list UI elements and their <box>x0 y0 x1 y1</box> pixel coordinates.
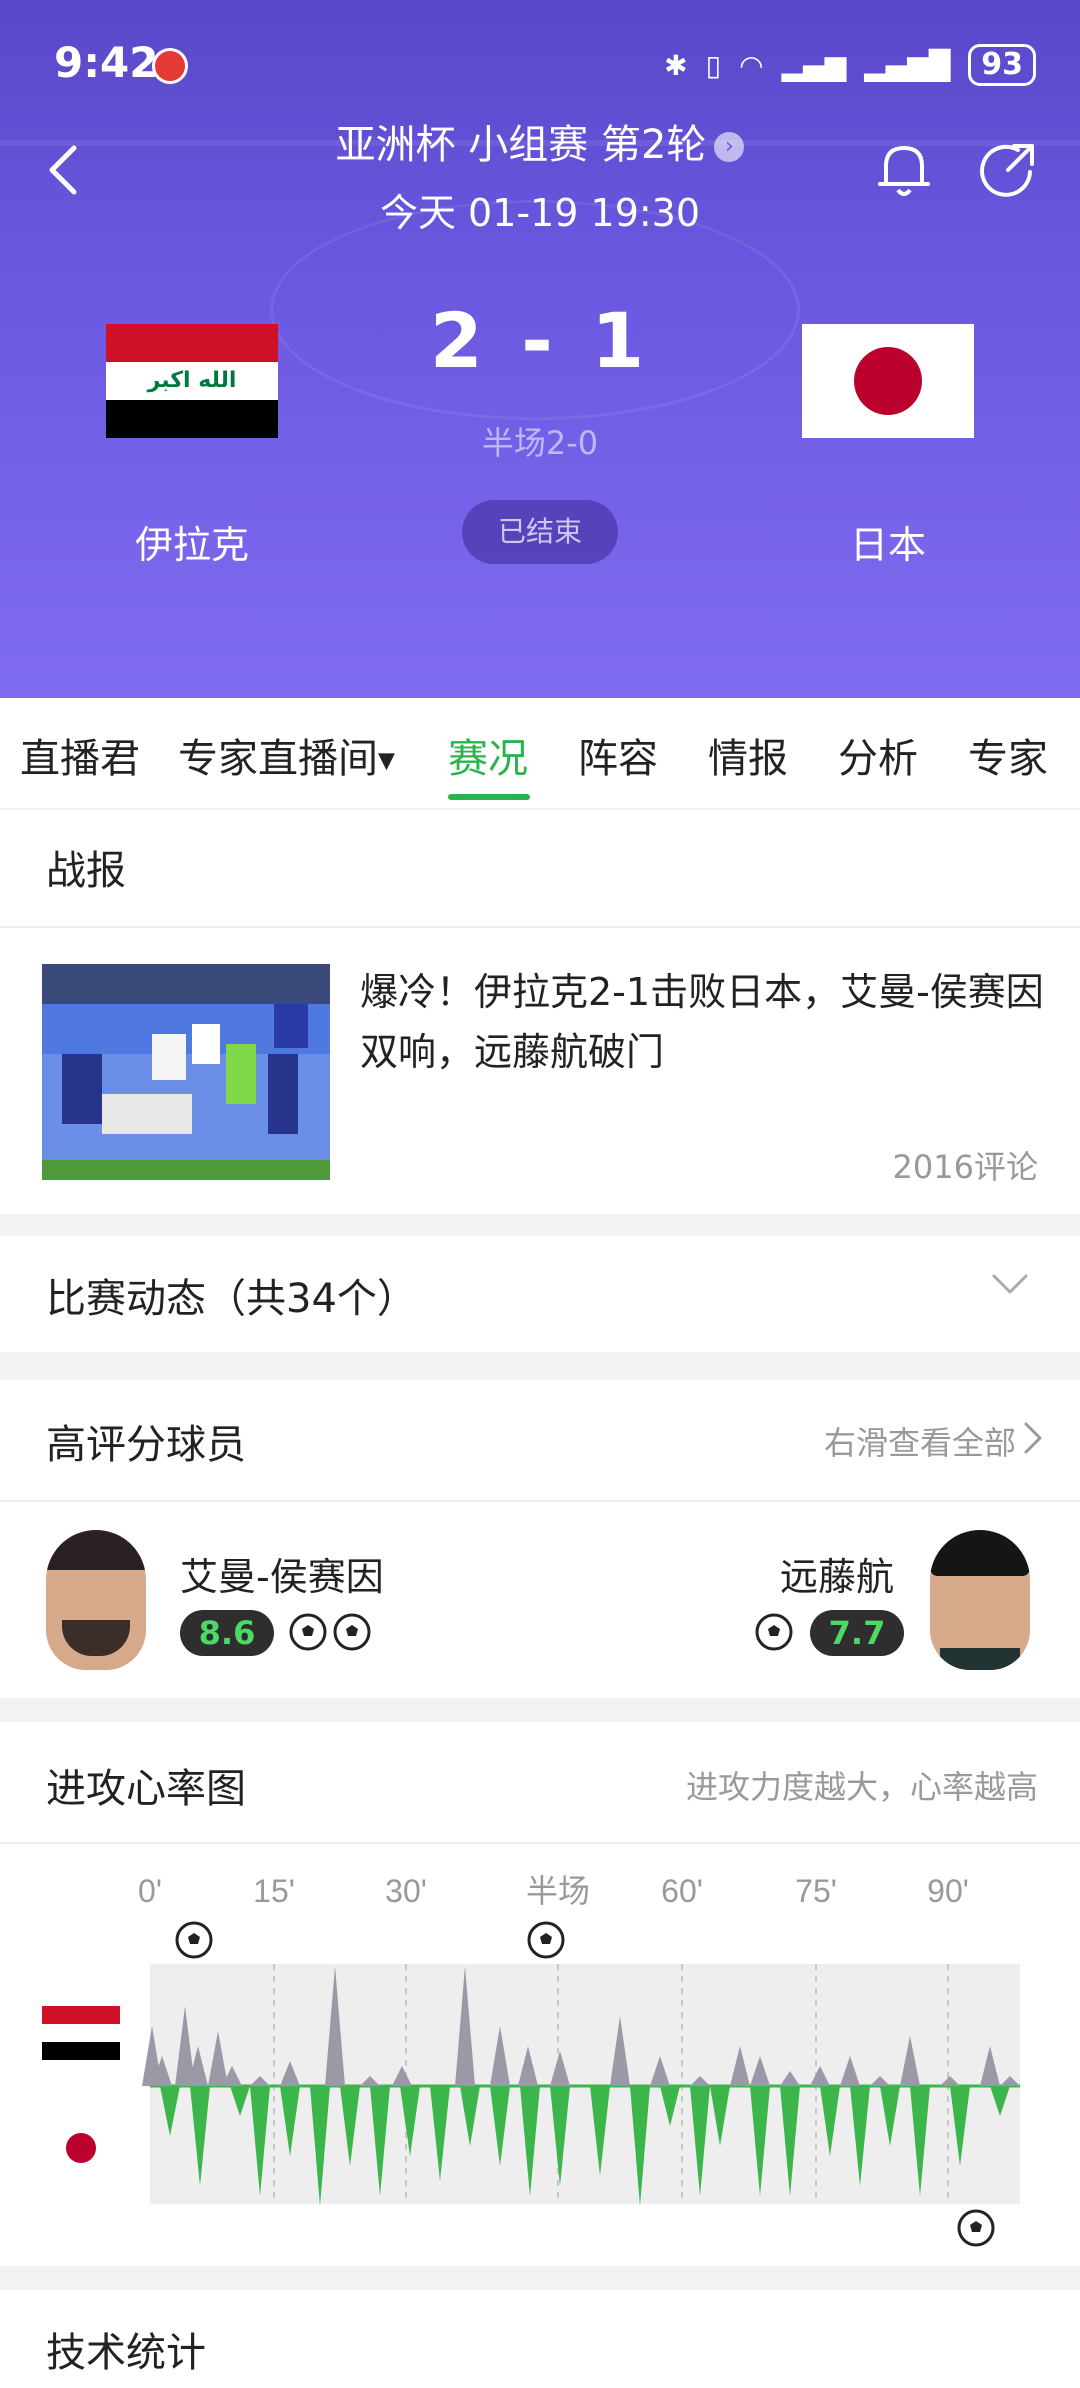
match-title-text: 亚洲杯 小组赛 第2轮 <box>335 122 707 168</box>
wifi-icon: ◠ <box>739 48 764 82</box>
tab-bar: 直播君 专家直播间▼ 赛况 阵容 情报 分析 专家 <box>0 698 1080 808</box>
stats-title: 技术统计 <box>46 2330 206 2376</box>
chevron-right-icon[interactable] <box>1020 1420 1044 1456</box>
momentum-subtitle: 进攻力度越大，心率越高 <box>685 1768 1038 1806</box>
chevron-down-icon[interactable] <box>990 1268 1030 1298</box>
tab-intel[interactable]: 情报 <box>708 726 788 784</box>
home-flag-small <box>42 2006 120 2060</box>
away-player-rating: 7.7 <box>810 1610 904 1656</box>
news-thumbnail[interactable] <box>42 964 330 1180</box>
tab-live-host[interactable]: 直播君 <box>20 726 140 784</box>
events-section-title: 比赛动态（共34个） <box>46 1276 417 1322</box>
goal-ball-icon <box>333 1613 371 1651</box>
divider <box>0 926 1080 928</box>
match-header: 9:42 ✱ ▯ ◠ ▂▄▆ ▂▄▆█ 93 亚洲杯 小组赛 第2轮 › 今天 0… <box>0 0 1080 698</box>
away-goal-marker <box>957 2209 995 2247</box>
bell-icon[interactable] <box>876 140 932 200</box>
tick-label: 15' <box>253 1873 295 1909</box>
status-bar: 9:42 ✱ ▯ ◠ ▂▄▆ ▂▄▆█ 93 <box>0 0 1080 130</box>
halftime-score: 半场2-0 <box>481 424 599 462</box>
tick-label: 90' <box>927 1873 969 1909</box>
chevron-right-icon: › <box>714 132 745 162</box>
tab-analysis[interactable]: 分析 <box>838 726 918 784</box>
tick-label: 75' <box>795 1873 837 1909</box>
chart-background <box>150 1964 1020 2204</box>
news-comment-count[interactable]: 2016评论 <box>893 1142 1038 1188</box>
momentum-title: 进攻心率图 <box>46 1766 246 1812</box>
momentum-chart-svg: 0' 15' 30' 半场 60' 75' 90' <box>42 1873 1020 2247</box>
divider <box>0 1500 1080 1502</box>
bluetooth-icon: ✱ <box>664 48 688 82</box>
tab-experts[interactable]: 专家 <box>968 726 1048 784</box>
tab-expert-live-label: 专家直播间 <box>178 736 378 782</box>
away-team-name[interactable]: 日本 <box>758 514 1018 569</box>
view-all-link[interactable]: 右滑查看全部 <box>824 1418 1016 1464</box>
top-players-title: 高评分球员 <box>46 1422 246 1468</box>
report-section-title: 战报 <box>46 848 126 894</box>
home-goal-marker <box>527 1921 565 1959</box>
momentum-chart: 0' 15' 30' 半场 60' 75' 90' <box>0 1844 1080 2264</box>
tick-label: 30' <box>385 1873 427 1909</box>
away-player-name[interactable]: 远藤航 <box>780 1546 894 1601</box>
away-player-avatar[interactable] <box>930 1530 1030 1670</box>
tick-label: 0' <box>138 1873 162 1909</box>
home-goal-marker <box>175 1921 213 1959</box>
news-headline[interactable]: 爆冷！伊拉克2-1击败日本，艾曼-侯赛因双响，远藤航破门 <box>360 962 1050 1082</box>
tab-lineup[interactable]: 阵容 <box>578 726 658 784</box>
signal-4g-icon: ▂▄▆█ <box>864 48 951 82</box>
home-team-name[interactable]: 伊拉克 <box>62 514 322 569</box>
tick-label: 60' <box>661 1873 703 1909</box>
away-flag-small <box>42 2122 120 2174</box>
match-score: 2 - 1 <box>429 296 651 385</box>
match-status-badge: 已结束 <box>462 500 618 564</box>
tick-label: 半场 <box>526 1873 590 1909</box>
home-player-name[interactable]: 艾曼-侯赛因 <box>180 1546 384 1601</box>
signal-2g-icon: ▂▄▆ <box>781 48 847 82</box>
battery-icon: 93 <box>968 44 1036 86</box>
active-tab-indicator <box>448 794 530 800</box>
home-player-rating: 8.6 <box>180 1610 274 1656</box>
tab-expert-live[interactable]: 专家直播间▼ <box>178 726 395 784</box>
notification-app-icon <box>152 48 188 84</box>
goal-ball-icon <box>755 1613 793 1651</box>
vibrate-icon: ▯ <box>705 48 722 82</box>
status-icons: ✱ ▯ ◠ ▂▄▆ ▂▄▆█ 93 <box>664 44 1036 86</box>
caret-down-icon: ▼ <box>378 748 395 774</box>
tab-match-status[interactable]: 赛况 <box>448 726 528 784</box>
share-icon[interactable] <box>978 140 1038 200</box>
home-player-avatar[interactable] <box>46 1530 146 1670</box>
goal-ball-icon <box>289 1613 327 1651</box>
status-time: 9:42 <box>54 38 159 87</box>
